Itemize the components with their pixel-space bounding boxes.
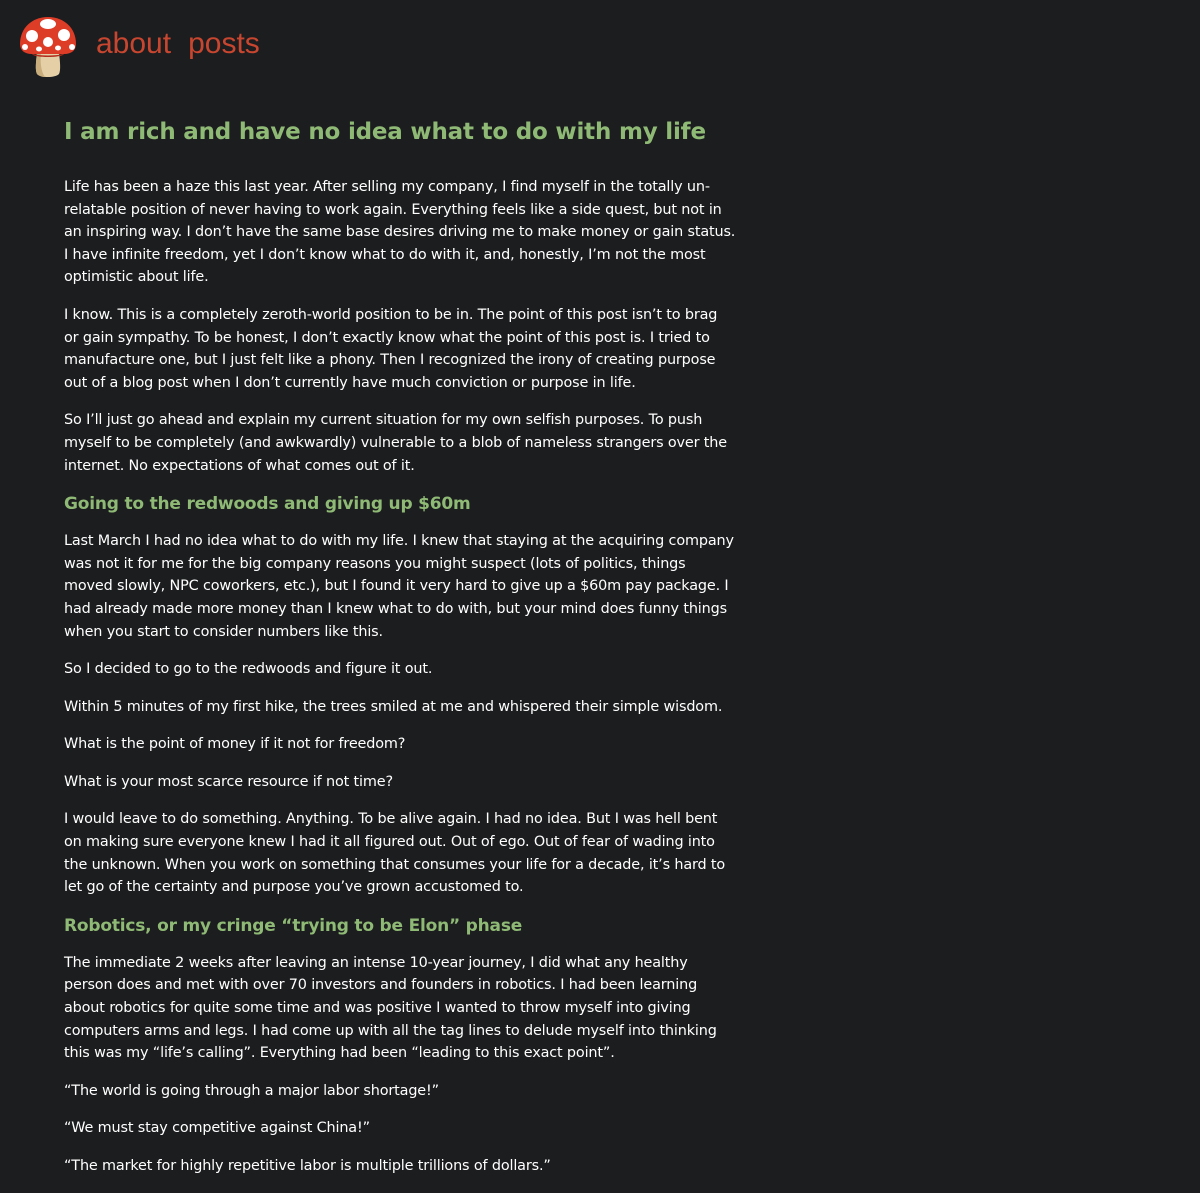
nav-link-posts[interactable]: posts — [188, 29, 260, 59]
paragraph: So I decided to go to the redwoods and f… — [64, 661, 433, 678]
paragraph: I know. This is a completely zeroth-worl… — [64, 306, 718, 391]
section-heading-redwoods: Going to the redwoods and giving up $60m — [64, 494, 471, 515]
article: I am rich and have no idea what to do wi… — [64, 116, 736, 1193]
site-header: about posts — [18, 14, 277, 80]
paragraph: So I’ll just go ahead and explain my cur… — [64, 412, 727, 474]
paragraph: “The world is going through a major labo… — [64, 1082, 439, 1099]
paragraph: I would leave to do something. Anything.… — [64, 811, 726, 896]
paragraph: What is your most scarce resource if not… — [64, 773, 393, 790]
paragraph: What is the point of money if it not for… — [64, 736, 406, 753]
paragraph: Last March I had no idea what to do with… — [64, 533, 734, 640]
paragraph: “We must stay competitive against China!… — [64, 1120, 370, 1137]
paragraph: “The market for highly repetitive labor … — [64, 1158, 551, 1174]
paragraph: Life has been a haze this last year. Aft… — [64, 179, 736, 286]
section-heading-robotics: Robotics, or my cringe “trying to be Elo… — [64, 915, 523, 936]
mushroom-icon[interactable] — [18, 14, 78, 80]
paragraph: The immediate 2 weeks after leaving an i… — [64, 954, 717, 1062]
nav-links: about posts — [96, 29, 277, 59]
nav-link-about[interactable]: about — [96, 29, 171, 59]
post-title: I am rich and have no idea what to do wi… — [64, 119, 706, 145]
paragraph: Within 5 minutes of my first hike, the t… — [64, 698, 723, 715]
